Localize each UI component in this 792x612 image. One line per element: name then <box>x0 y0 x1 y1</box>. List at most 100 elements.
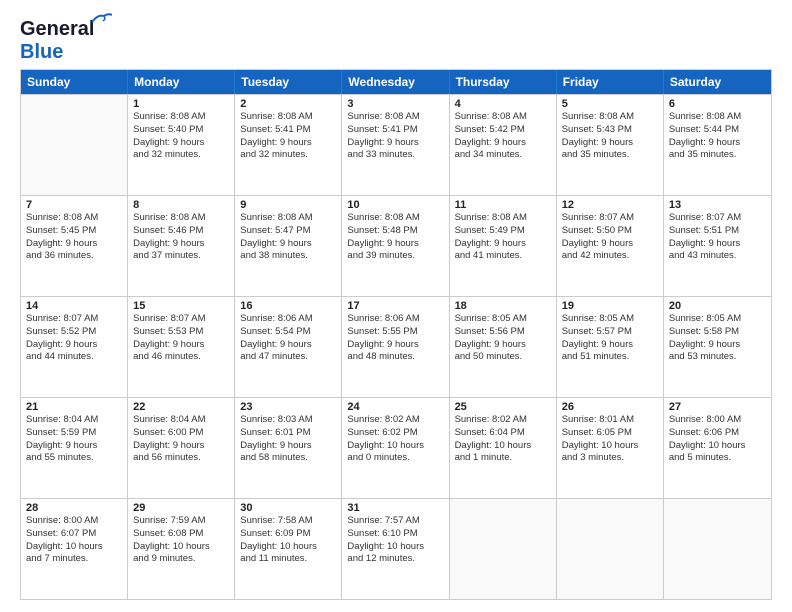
weekday-header-tuesday: Tuesday <box>235 70 342 94</box>
day-number: 1 <box>133 98 229 110</box>
day-info: Sunrise: 8:00 AM Sunset: 6:06 PM Dayligh… <box>669 414 766 465</box>
weekday-header-wednesday: Wednesday <box>342 70 449 94</box>
day-info: Sunrise: 8:08 AM Sunset: 5:46 PM Dayligh… <box>133 212 229 263</box>
day-info: Sunrise: 8:01 AM Sunset: 6:05 PM Dayligh… <box>562 414 658 465</box>
calendar-cell-29: 29Sunrise: 7:59 AM Sunset: 6:08 PM Dayli… <box>128 499 235 599</box>
day-info: Sunrise: 8:08 AM Sunset: 5:48 PM Dayligh… <box>347 212 443 263</box>
logo-general: General <box>20 18 94 40</box>
calendar-row-3: 21Sunrise: 8:04 AM Sunset: 5:59 PM Dayli… <box>21 397 771 498</box>
day-number: 27 <box>669 401 766 413</box>
day-info: Sunrise: 8:05 AM Sunset: 5:57 PM Dayligh… <box>562 313 658 364</box>
day-info: Sunrise: 8:07 AM Sunset: 5:50 PM Dayligh… <box>562 212 658 263</box>
weekday-header-sunday: Sunday <box>21 70 128 94</box>
day-info: Sunrise: 8:06 AM Sunset: 5:55 PM Dayligh… <box>347 313 443 364</box>
day-info: Sunrise: 8:02 AM Sunset: 6:04 PM Dayligh… <box>455 414 551 465</box>
calendar: SundayMondayTuesdayWednesdayThursdayFrid… <box>20 69 772 600</box>
calendar-cell-12: 12Sunrise: 8:07 AM Sunset: 5:50 PM Dayli… <box>557 196 664 296</box>
calendar-cell-22: 22Sunrise: 8:04 AM Sunset: 6:00 PM Dayli… <box>128 398 235 498</box>
day-number: 28 <box>26 502 122 514</box>
logo-blue: Blue <box>20 43 63 61</box>
day-number: 15 <box>133 300 229 312</box>
calendar-cell-empty-0-0 <box>21 95 128 195</box>
day-number: 8 <box>133 199 229 211</box>
day-info: Sunrise: 8:08 AM Sunset: 5:42 PM Dayligh… <box>455 111 551 162</box>
calendar-cell-25: 25Sunrise: 8:02 AM Sunset: 6:04 PM Dayli… <box>450 398 557 498</box>
day-info: Sunrise: 8:08 AM Sunset: 5:40 PM Dayligh… <box>133 111 229 162</box>
day-number: 12 <box>562 199 658 211</box>
calendar-cell-20: 20Sunrise: 8:05 AM Sunset: 5:58 PM Dayli… <box>664 297 771 397</box>
logo-bird-icon <box>90 12 112 26</box>
calendar-cell-5: 5Sunrise: 8:08 AM Sunset: 5:43 PM Daylig… <box>557 95 664 195</box>
day-info: Sunrise: 8:05 AM Sunset: 5:58 PM Dayligh… <box>669 313 766 364</box>
calendar-cell-17: 17Sunrise: 8:06 AM Sunset: 5:55 PM Dayli… <box>342 297 449 397</box>
calendar-cell-7: 7Sunrise: 8:08 AM Sunset: 5:45 PM Daylig… <box>21 196 128 296</box>
day-info: Sunrise: 8:02 AM Sunset: 6:02 PM Dayligh… <box>347 414 443 465</box>
day-info: Sunrise: 8:08 AM Sunset: 5:41 PM Dayligh… <box>347 111 443 162</box>
calendar-cell-empty-4-4 <box>450 499 557 599</box>
day-number: 31 <box>347 502 443 514</box>
day-number: 26 <box>562 401 658 413</box>
calendar-body: 1Sunrise: 8:08 AM Sunset: 5:40 PM Daylig… <box>21 94 771 599</box>
day-number: 30 <box>240 502 336 514</box>
day-number: 22 <box>133 401 229 413</box>
calendar-cell-8: 8Sunrise: 8:08 AM Sunset: 5:46 PM Daylig… <box>128 196 235 296</box>
calendar-cell-27: 27Sunrise: 8:00 AM Sunset: 6:06 PM Dayli… <box>664 398 771 498</box>
calendar-cell-21: 21Sunrise: 8:04 AM Sunset: 5:59 PM Dayli… <box>21 398 128 498</box>
calendar-cell-19: 19Sunrise: 8:05 AM Sunset: 5:57 PM Dayli… <box>557 297 664 397</box>
day-info: Sunrise: 8:00 AM Sunset: 6:07 PM Dayligh… <box>26 515 122 566</box>
calendar-cell-10: 10Sunrise: 8:08 AM Sunset: 5:48 PM Dayli… <box>342 196 449 296</box>
page-header: General Blue <box>20 18 772 61</box>
day-info: Sunrise: 8:08 AM Sunset: 5:41 PM Dayligh… <box>240 111 336 162</box>
day-info: Sunrise: 8:08 AM Sunset: 5:45 PM Dayligh… <box>26 212 122 263</box>
calendar-cell-18: 18Sunrise: 8:05 AM Sunset: 5:56 PM Dayli… <box>450 297 557 397</box>
day-number: 17 <box>347 300 443 312</box>
calendar-cell-1: 1Sunrise: 8:08 AM Sunset: 5:40 PM Daylig… <box>128 95 235 195</box>
day-info: Sunrise: 8:06 AM Sunset: 5:54 PM Dayligh… <box>240 313 336 364</box>
day-number: 19 <box>562 300 658 312</box>
day-number: 13 <box>669 199 766 211</box>
calendar-cell-empty-4-5 <box>557 499 664 599</box>
day-info: Sunrise: 8:05 AM Sunset: 5:56 PM Dayligh… <box>455 313 551 364</box>
logo: General Blue <box>20 18 94 61</box>
day-number: 9 <box>240 199 336 211</box>
calendar-cell-9: 9Sunrise: 8:08 AM Sunset: 5:47 PM Daylig… <box>235 196 342 296</box>
day-number: 10 <box>347 199 443 211</box>
day-number: 29 <box>133 502 229 514</box>
day-number: 21 <box>26 401 122 413</box>
calendar-cell-14: 14Sunrise: 8:07 AM Sunset: 5:52 PM Dayli… <box>21 297 128 397</box>
day-number: 23 <box>240 401 336 413</box>
day-number: 11 <box>455 199 551 211</box>
day-number: 6 <box>669 98 766 110</box>
day-number: 16 <box>240 300 336 312</box>
day-info: Sunrise: 8:08 AM Sunset: 5:47 PM Dayligh… <box>240 212 336 263</box>
calendar-cell-24: 24Sunrise: 8:02 AM Sunset: 6:02 PM Dayli… <box>342 398 449 498</box>
day-number: 7 <box>26 199 122 211</box>
calendar-cell-empty-4-6 <box>664 499 771 599</box>
day-number: 14 <box>26 300 122 312</box>
calendar-cell-23: 23Sunrise: 8:03 AM Sunset: 6:01 PM Dayli… <box>235 398 342 498</box>
calendar-row-0: 1Sunrise: 8:08 AM Sunset: 5:40 PM Daylig… <box>21 94 771 195</box>
day-info: Sunrise: 8:07 AM Sunset: 5:51 PM Dayligh… <box>669 212 766 263</box>
day-number: 3 <box>347 98 443 110</box>
weekday-header-saturday: Saturday <box>664 70 771 94</box>
day-info: Sunrise: 8:04 AM Sunset: 6:00 PM Dayligh… <box>133 414 229 465</box>
day-number: 2 <box>240 98 336 110</box>
day-info: Sunrise: 8:08 AM Sunset: 5:43 PM Dayligh… <box>562 111 658 162</box>
calendar-row-1: 7Sunrise: 8:08 AM Sunset: 5:45 PM Daylig… <box>21 195 771 296</box>
day-number: 4 <box>455 98 551 110</box>
day-info: Sunrise: 8:07 AM Sunset: 5:53 PM Dayligh… <box>133 313 229 364</box>
day-info: Sunrise: 7:59 AM Sunset: 6:08 PM Dayligh… <box>133 515 229 566</box>
day-info: Sunrise: 8:03 AM Sunset: 6:01 PM Dayligh… <box>240 414 336 465</box>
calendar-cell-2: 2Sunrise: 8:08 AM Sunset: 5:41 PM Daylig… <box>235 95 342 195</box>
calendar-cell-3: 3Sunrise: 8:08 AM Sunset: 5:41 PM Daylig… <box>342 95 449 195</box>
weekday-header-monday: Monday <box>128 70 235 94</box>
calendar-cell-28: 28Sunrise: 8:00 AM Sunset: 6:07 PM Dayli… <box>21 499 128 599</box>
day-number: 5 <box>562 98 658 110</box>
day-info: Sunrise: 8:07 AM Sunset: 5:52 PM Dayligh… <box>26 313 122 364</box>
day-number: 18 <box>455 300 551 312</box>
calendar-cell-4: 4Sunrise: 8:08 AM Sunset: 5:42 PM Daylig… <box>450 95 557 195</box>
day-info: Sunrise: 8:08 AM Sunset: 5:49 PM Dayligh… <box>455 212 551 263</box>
calendar-cell-13: 13Sunrise: 8:07 AM Sunset: 5:51 PM Dayli… <box>664 196 771 296</box>
calendar-header: SundayMondayTuesdayWednesdayThursdayFrid… <box>21 70 771 94</box>
calendar-cell-6: 6Sunrise: 8:08 AM Sunset: 5:44 PM Daylig… <box>664 95 771 195</box>
